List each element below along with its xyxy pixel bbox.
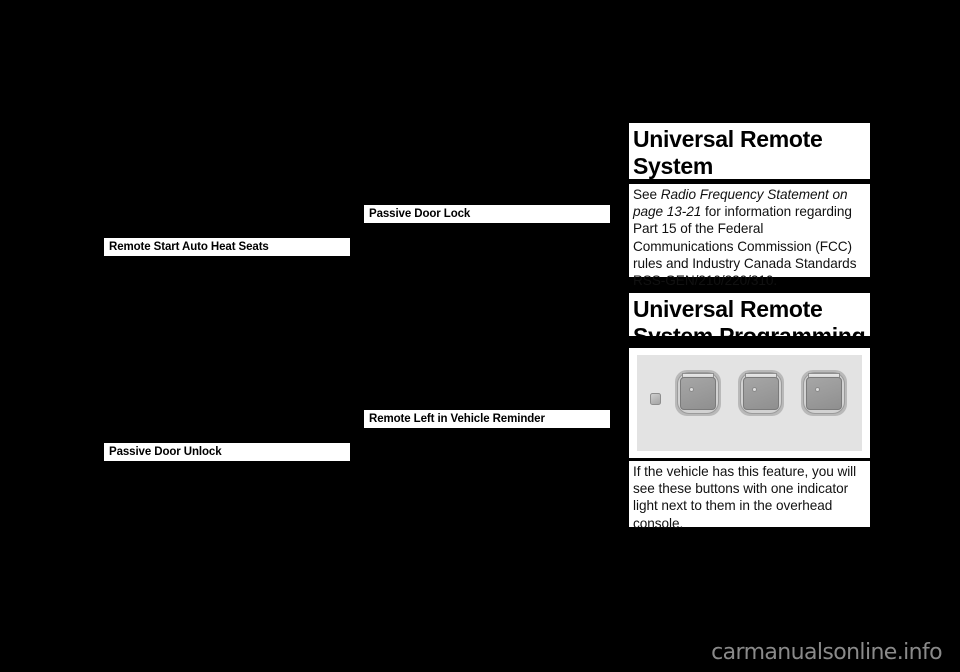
button-dot xyxy=(752,387,757,392)
universal-remote-button-row xyxy=(673,366,851,422)
intro-lead: See xyxy=(633,187,661,202)
universal-remote-button-1-icon xyxy=(673,366,725,422)
section-title-label: Universal Remote System Programming xyxy=(633,296,866,349)
heading-label: Remote Start Auto Heat Seats xyxy=(109,241,269,253)
button-cap xyxy=(743,377,779,410)
heading-label: Passive Door Unlock xyxy=(109,446,222,458)
heading-passive-door-lock: Passive Door Lock xyxy=(364,205,610,225)
universal-remote-button-2-icon xyxy=(736,366,788,422)
button-cap xyxy=(680,377,716,410)
heading-remote-left-in-vehicle-reminder: Remote Left in Vehicle Reminder xyxy=(364,410,610,430)
section-title-universal-remote-system-programming: Universal Remote System Programming xyxy=(629,293,870,349)
page-title: Universal Remote System xyxy=(629,123,870,182)
intro-paragraph: See Radio Frequency Statement on page 13… xyxy=(629,184,870,288)
site-watermark: carmanualsonline.info xyxy=(711,640,942,665)
heading-label: Passive Door Lock xyxy=(369,208,471,220)
button-dot xyxy=(815,387,820,392)
heading-label: Remote Left in Vehicle Reminder xyxy=(369,413,545,425)
figure-caption: If the vehicle has this feature, you wil… xyxy=(629,461,870,531)
heading-remote-start-auto-heat-seats: Remote Start Auto Heat Seats xyxy=(104,238,350,258)
page-title-label: Universal Remote System xyxy=(633,126,823,179)
indicator-light-icon xyxy=(650,393,661,405)
heading-passive-door-unlock: Passive Door Unlock xyxy=(104,443,350,463)
button-cap xyxy=(806,377,842,410)
button-dot xyxy=(689,387,694,392)
figure-illustration-area xyxy=(637,355,862,451)
figure-caption-label: If the vehicle has this feature, you wil… xyxy=(633,464,857,531)
universal-remote-button-3-icon xyxy=(799,366,851,422)
manual-page: Remote Start Auto Heat Seats Passive Doo… xyxy=(0,0,960,672)
figure-universal-remote-buttons xyxy=(629,348,870,458)
